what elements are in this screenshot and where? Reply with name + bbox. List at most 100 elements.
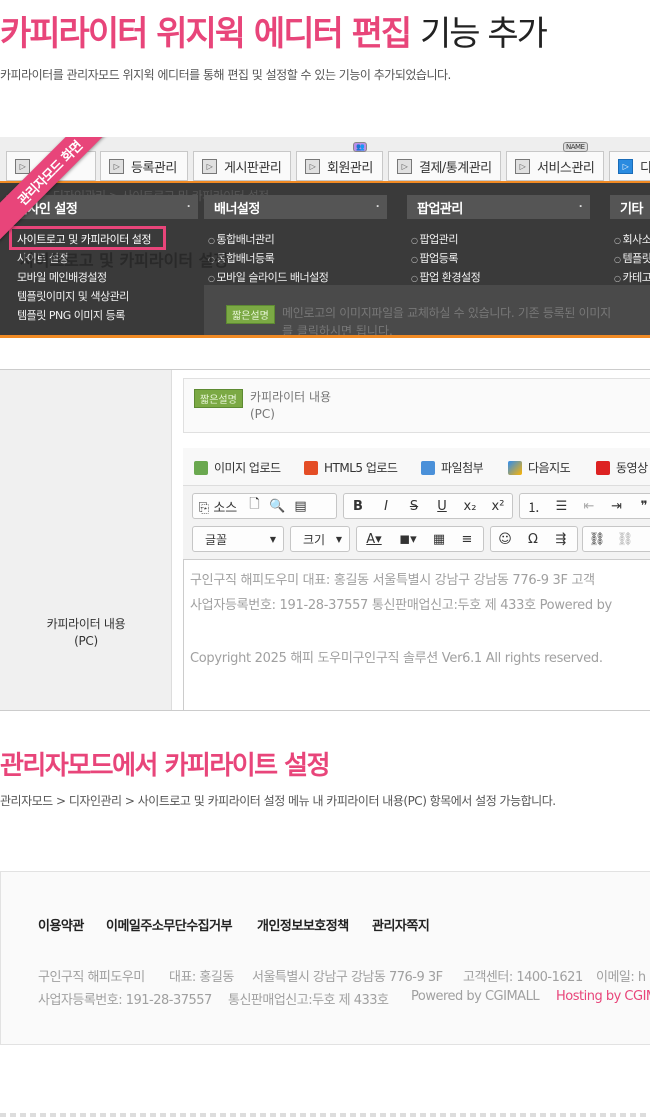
section-text: 관리자모드 > 디자인관리 > 사이트로고 및 카피라이터 설정 메뉴 내 카피… [0, 794, 556, 808]
menu-header-label: 배너설정 [214, 201, 260, 217]
numbered-list-icon[interactable]: ⒈ [520, 497, 548, 516]
button-label: 동영상 [616, 461, 648, 475]
tab-member[interactable]: ▷ 회원관리 👥 [296, 142, 383, 181]
toolbar-group-list: ⒈ ☰ ⇤ ⇥ ❞ [519, 493, 650, 519]
menu-item-banner-manage[interactable]: 통합배너관리 [208, 231, 275, 247]
menu-item-mobile-bg[interactable]: 모바일 메인배경설정 [17, 269, 107, 285]
link-icon[interactable]: ⛓ [583, 532, 611, 547]
editor-content-line2[interactable]: 사업자등록번호: 191-28-37557 통신판매업신고:두호 제 433호 … [190, 594, 612, 613]
bottom-divider [0, 1113, 650, 1117]
file-attach-button[interactable]: 파일첨부 [421, 459, 484, 476]
quote-icon[interactable]: ❞ [630, 499, 650, 514]
editor-content-line3[interactable]: Copyright 2025 해피 도우미구인구직 솔루션 Ver6.1 All… [190, 647, 603, 666]
hr-icon[interactable]: ≡ [453, 532, 481, 547]
bg-color-icon[interactable]: ◼▾ [391, 532, 425, 547]
footer-bizno: 사업자등록번호: 191-28-37557 [38, 993, 212, 1008]
tab-register[interactable]: ▷ 등록관리 [100, 151, 188, 181]
footer-preview [0, 871, 650, 1045]
footer-address: 서울특별시 강남구 강남동 776-9 3F [252, 970, 443, 985]
unlink-icon[interactable]: ⛓ [611, 532, 639, 547]
anchor-icon[interactable]: ▕ [639, 532, 650, 547]
menu-item-mobile-slide[interactable]: 모바일 슬라이드 배너설정 [208, 269, 329, 285]
menu-header-label: 기타 [620, 201, 643, 217]
dot-icon: . [578, 199, 583, 210]
subscript-icon[interactable]: x₂ [456, 499, 484, 514]
editor-content-line1[interactable]: 구인구직 해피도우미 대표: 홍길동 서울특별시 강남구 강남동 776-9 3… [190, 569, 595, 588]
title-rest: 기능 추가 [420, 14, 548, 54]
tab-icon: ▷ [305, 158, 320, 174]
menu-header-banner: 배너설정. [204, 195, 387, 219]
tab-payment[interactable]: ▷ 결제/통계관리 [388, 151, 501, 181]
italic-icon[interactable]: I [372, 499, 400, 514]
new-page-icon[interactable]: 🗋 [243, 495, 266, 517]
menu-header-popup: 팝업관리. [407, 195, 590, 219]
footer-ecommerce: 통신판매업신고:두호 제 433호 [228, 993, 389, 1008]
menu-item-popup-env[interactable]: 팝업 환경설정 [411, 269, 481, 285]
name-badge-icon: NAME [563, 142, 588, 152]
footer-email: 이메일: h [596, 970, 646, 985]
dot-icon: . [186, 199, 191, 210]
preview-icon[interactable]: 🔍 [266, 499, 289, 514]
html5-upload-button[interactable]: HTML5 업로드 [304, 459, 398, 476]
menu-item-popup-register[interactable]: 팝업등록 [411, 250, 459, 266]
tab-label: 디 [640, 157, 650, 176]
menu-item-template[interactable]: 템플릿 [614, 250, 650, 266]
field-label-line2: (PC) [74, 634, 98, 648]
tab-label: 서비스관리 [537, 160, 595, 176]
emoji-icon[interactable]: ☺ [491, 532, 519, 547]
field-desc: 카피라이터 내용 (PC) [250, 389, 331, 423]
tab-board[interactable]: ▷ 게시판관리 [193, 151, 291, 181]
footer-link-email-refuse[interactable]: 이메일주소무단수집거부 [106, 915, 233, 934]
footer-powered: Powered by CGIMALL [411, 989, 540, 1004]
menu-item-template-png[interactable]: 템플릿 PNG 이미지 등록 [17, 307, 125, 323]
admin-tabbar: ▷ ▷ 등록관리 ▷ 게시판관리 ▷ 회원관리 👥 ▷ 결제/통계관리 ▷ 서비스관리 NAM… [0, 137, 650, 183]
source-button[interactable]: ⎘ 소스 [193, 497, 243, 516]
tab-icon: ▷ [618, 158, 633, 174]
button-label: 파일첨부 [441, 461, 484, 475]
toolbar-group-insert: ☺ Ω ⇶ [490, 526, 578, 552]
menu-item-company[interactable]: 회사소 [614, 231, 650, 247]
menu-item-template-image[interactable]: 템플릿이미지 및 색상관리 [17, 288, 129, 304]
size-select[interactable]: 크기 ▼ [290, 526, 350, 552]
bullet-list-icon[interactable]: ☰ [548, 499, 576, 514]
toolbar-group-color: A▾ ◼▾ ▦ ≡ [356, 526, 484, 552]
tab-label: 결제/통계관리 [419, 160, 492, 176]
tab-more[interactable]: ▷디 [609, 151, 650, 181]
footer-link-terms[interactable]: 이용약관 [38, 915, 84, 934]
pagebreak-icon[interactable]: ⇶ [547, 532, 575, 547]
menu-item-popup-manage[interactable]: 팝업관리 [411, 231, 459, 247]
daum-map-button[interactable]: 다음지도 [508, 459, 571, 476]
outdent-icon[interactable]: ⇤ [575, 499, 603, 514]
desc-line1: 메인로고의 이미지파일을 교체하실 수 있습니다. 기존 등록된 이미지 [282, 306, 611, 320]
title-highlight: 카피라이터 위지윅 에디터 편집 [0, 14, 412, 54]
image-upload-button[interactable]: 이미지 업로드 [194, 459, 281, 476]
size-label: 크기 [303, 532, 326, 547]
source-label: 소스 [213, 500, 238, 516]
map-icon [508, 460, 522, 475]
bg-page-title: 사이트로고 및 카피라이터 설정 [20, 251, 229, 270]
bold-icon[interactable]: B [344, 499, 372, 514]
menu-header-etc: 기타 [610, 195, 650, 219]
text-color-icon[interactable]: A▾ [357, 532, 391, 547]
footer-link-privacy[interactable]: 개인정보보호정책 [257, 915, 349, 934]
font-label: 글꼴 [205, 532, 228, 547]
strike-icon[interactable]: S [400, 499, 428, 514]
tab-service[interactable]: ▷ 서비스관리 NAME [506, 142, 604, 181]
indent-icon[interactable]: ⇥ [603, 499, 631, 514]
template-icon[interactable]: ▤ [289, 499, 312, 514]
footer-link-admin-note[interactable]: 관리자쪽지 [372, 915, 430, 934]
table-icon[interactable]: ▦ [425, 532, 453, 547]
menu-item-category[interactable]: 카테고 [614, 269, 650, 285]
video-button[interactable]: 동영상 [596, 459, 648, 476]
toolbar-group-link: ⛓ ⛓ ▕ [582, 526, 650, 552]
video-icon [596, 460, 610, 475]
superscript-icon[interactable]: x² [484, 499, 512, 514]
underline-icon[interactable]: U [428, 499, 456, 514]
footer-company: 구인구직 해피도우미 [38, 970, 145, 985]
special-char-icon[interactable]: Ω [519, 532, 547, 547]
editor-screenshot: 카피라이터 내용 (PC) 짧은설명 카피라이터 내용 (PC) 이미지 업로드 H… [0, 369, 650, 711]
menu-header-label: 팝업관리 [417, 201, 463, 217]
font-select[interactable]: 글꼴 ▼ [192, 526, 284, 552]
footer-cs: 고객센터: 1400-1621 [463, 970, 583, 985]
short-desc-tag: 짧은설명 [226, 305, 275, 324]
